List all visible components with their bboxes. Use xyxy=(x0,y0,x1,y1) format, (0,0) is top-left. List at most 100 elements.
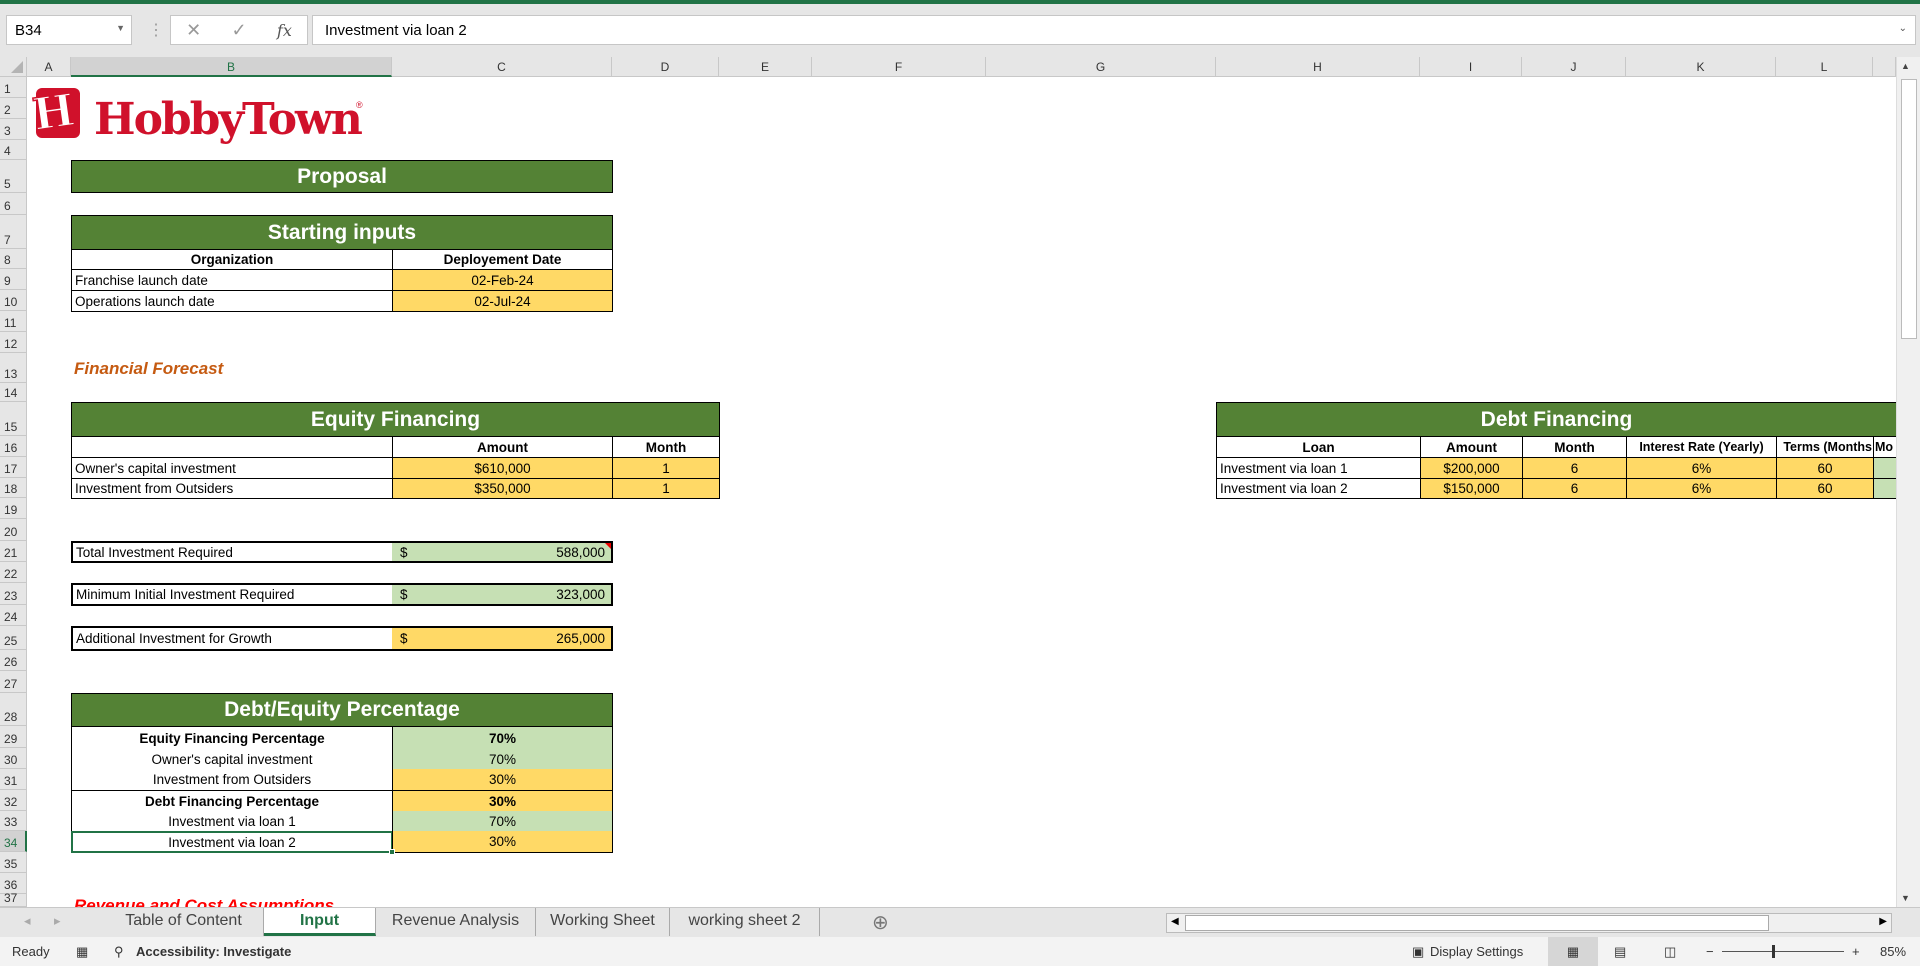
zoom-slider-thumb[interactable] xyxy=(1772,945,1775,958)
vertical-scrollbar[interactable]: ▲ ▼ xyxy=(1896,57,1920,907)
equity-label[interactable]: Owner's capital investment xyxy=(71,457,393,479)
zoom-slider[interactable] xyxy=(1722,951,1844,952)
column-header-L[interactable]: L xyxy=(1776,57,1873,77)
row-header-23[interactable]: 23 xyxy=(0,583,27,605)
row-header-31[interactable]: 31 xyxy=(0,769,27,790)
row-header-10[interactable]: 10 xyxy=(0,290,27,311)
column-header-D[interactable]: D xyxy=(612,57,719,77)
row-header-28[interactable]: 28 xyxy=(0,693,27,726)
total-label[interactable]: Additional Investment for Growth xyxy=(71,626,393,651)
column-header-B[interactable]: B xyxy=(71,57,392,77)
row-header-1[interactable]: 1 xyxy=(0,77,27,98)
total-value[interactable]: $265,000 xyxy=(392,626,613,651)
row-header-3[interactable]: 3 xyxy=(0,119,27,140)
equity-amount[interactable]: $350,000 xyxy=(392,478,613,499)
row-header-19[interactable]: 19 xyxy=(0,498,27,519)
debt-cell[interactable]: 6% xyxy=(1626,457,1777,479)
row-header-20[interactable]: 20 xyxy=(0,519,27,541)
equity-month[interactable]: 1 xyxy=(612,478,720,499)
column-header-M[interactable] xyxy=(1873,57,1896,77)
row-header-2[interactable]: 2 xyxy=(0,98,27,119)
equity-label[interactable]: Investment from Outsiders xyxy=(71,478,393,499)
page-layout-icon[interactable]: ▤ xyxy=(1614,944,1626,960)
vertical-scroll-thumb[interactable] xyxy=(1901,79,1917,339)
insert-function-icon[interactable]: fx xyxy=(277,21,292,40)
percentage-label[interactable]: Investment from Outsiders xyxy=(71,769,393,791)
percentage-value[interactable]: 70% xyxy=(392,726,613,749)
comment-indicator-icon[interactable] xyxy=(605,543,611,549)
debt-cell[interactable]: 60 xyxy=(1776,478,1874,499)
percentage-label[interactable]: Owner's capital investment xyxy=(71,748,393,770)
percentage-value[interactable]: 30% xyxy=(392,790,613,812)
total-value[interactable]: $588,000 xyxy=(392,541,613,563)
debt-loan-label[interactable]: Investment via loan 1 xyxy=(1216,457,1421,479)
zoom-level[interactable]: 85% xyxy=(1880,944,1906,959)
debt-loan-label[interactable]: Investment via loan 2 xyxy=(1216,478,1421,499)
horizontal-scrollbar[interactable]: ◀ ▶ xyxy=(1166,913,1892,933)
row-header-14[interactable]: 14 xyxy=(0,383,27,402)
column-header-A[interactable]: A xyxy=(27,57,71,77)
prev-sheet-icon[interactable]: ◂ xyxy=(24,913,31,929)
row-header-33[interactable]: 33 xyxy=(0,811,27,831)
starting-input-date[interactable]: 02-Feb-24 xyxy=(392,269,613,291)
percentage-value[interactable]: 30% xyxy=(392,831,613,853)
column-header-G[interactable]: G xyxy=(986,57,1216,77)
debt-cell[interactable] xyxy=(1873,457,1896,479)
debt-cell[interactable]: $150,000 xyxy=(1420,478,1523,499)
next-sheet-icon[interactable]: ▸ xyxy=(54,913,61,929)
select-all-button[interactable] xyxy=(0,57,27,77)
starting-input-label[interactable]: Franchise launch date xyxy=(71,269,393,291)
row-header-11[interactable]: 11 xyxy=(0,311,27,332)
row-header-17[interactable]: 17 xyxy=(0,457,27,478)
column-header-C[interactable]: C xyxy=(392,57,612,77)
page-break-preview-icon[interactable]: ◫ xyxy=(1664,944,1676,960)
column-header-K[interactable]: K xyxy=(1626,57,1776,77)
name-box[interactable]: B34 ▼ xyxy=(6,15,132,45)
cancel-icon[interactable]: ✕ xyxy=(186,20,201,41)
percentage-value[interactable]: 70% xyxy=(392,811,613,832)
row-header-32[interactable]: 32 xyxy=(0,790,27,811)
row-header-27[interactable]: 27 xyxy=(0,671,27,693)
zoom-in-button[interactable]: + xyxy=(1852,944,1860,959)
selected-cell-b34[interactable]: Investment via loan 2 xyxy=(71,831,393,853)
row-header-13[interactable]: 13 xyxy=(0,353,27,383)
sheet-tab[interactable]: working sheet 2 xyxy=(670,908,820,936)
row-header-25[interactable]: 25 xyxy=(0,626,27,650)
percentage-value[interactable]: 70% xyxy=(392,748,613,770)
column-header-H[interactable]: H xyxy=(1216,57,1420,77)
display-settings-icon[interactable]: ▣ xyxy=(1412,944,1424,960)
sheet-tab[interactable]: Revenue Analysis xyxy=(376,908,536,936)
normal-view-icon[interactable]: ▦ xyxy=(1548,937,1598,966)
scroll-right-icon[interactable]: ▶ xyxy=(1879,916,1887,927)
column-header-E[interactable]: E xyxy=(719,57,812,77)
percentage-value[interactable]: 30% xyxy=(392,769,613,791)
debt-cell[interactable]: 6 xyxy=(1522,478,1627,499)
row-header-35[interactable]: 35 xyxy=(0,852,27,873)
row-header-4[interactable]: 4 xyxy=(0,140,27,160)
debt-cell[interactable]: 6 xyxy=(1522,457,1627,479)
sheet-tab[interactable]: Working Sheet xyxy=(536,908,670,936)
row-header-29[interactable]: 29 xyxy=(0,726,27,748)
enter-icon[interactable]: ✓ xyxy=(232,20,247,41)
percentage-label[interactable]: Investment via loan 1 xyxy=(71,811,393,832)
column-header-I[interactable]: I xyxy=(1420,57,1522,77)
equity-month[interactable]: 1 xyxy=(612,457,720,479)
starting-input-date[interactable]: 02-Jul-24 xyxy=(392,290,613,312)
row-header-8[interactable]: 8 xyxy=(0,249,27,269)
row-header-9[interactable]: 9 xyxy=(0,269,27,290)
row-header-22[interactable]: 22 xyxy=(0,562,27,583)
drag-handle-icon[interactable]: ⋮ xyxy=(148,20,164,40)
row-header-34[interactable]: 34 xyxy=(0,831,27,852)
scroll-left-icon[interactable]: ◀ xyxy=(1171,916,1179,927)
row-header-30[interactable]: 30 xyxy=(0,748,27,769)
row-header-18[interactable]: 18 xyxy=(0,478,27,498)
row-header-37[interactable]: 37 xyxy=(0,891,27,907)
percentage-label[interactable]: Equity Financing Percentage xyxy=(71,726,393,749)
macro-record-icon[interactable]: ▦ xyxy=(76,944,88,960)
expand-formula-icon[interactable]: ⌄ xyxy=(1899,23,1907,34)
scroll-up-icon[interactable]: ▲ xyxy=(1901,61,1910,71)
column-header-F[interactable]: F xyxy=(812,57,986,77)
row-header-12[interactable]: 12 xyxy=(0,332,27,353)
total-label[interactable]: Minimum Initial Investment Required xyxy=(71,583,393,606)
formula-input[interactable]: Investment via loan 2 ⌄ xyxy=(312,15,1916,45)
